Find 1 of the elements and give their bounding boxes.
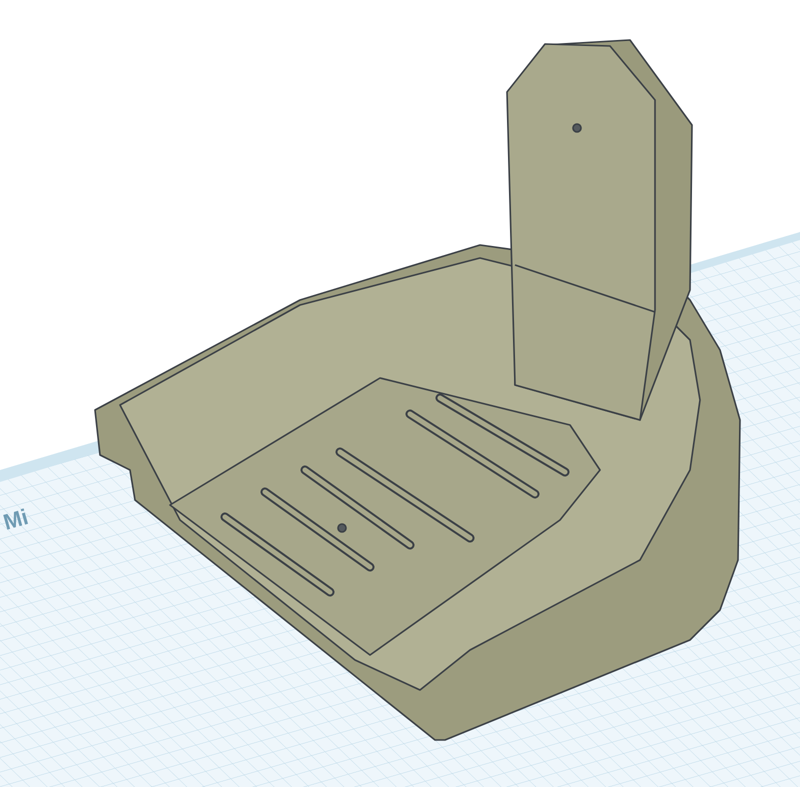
workplane-label: Mi	[0, 504, 31, 535]
